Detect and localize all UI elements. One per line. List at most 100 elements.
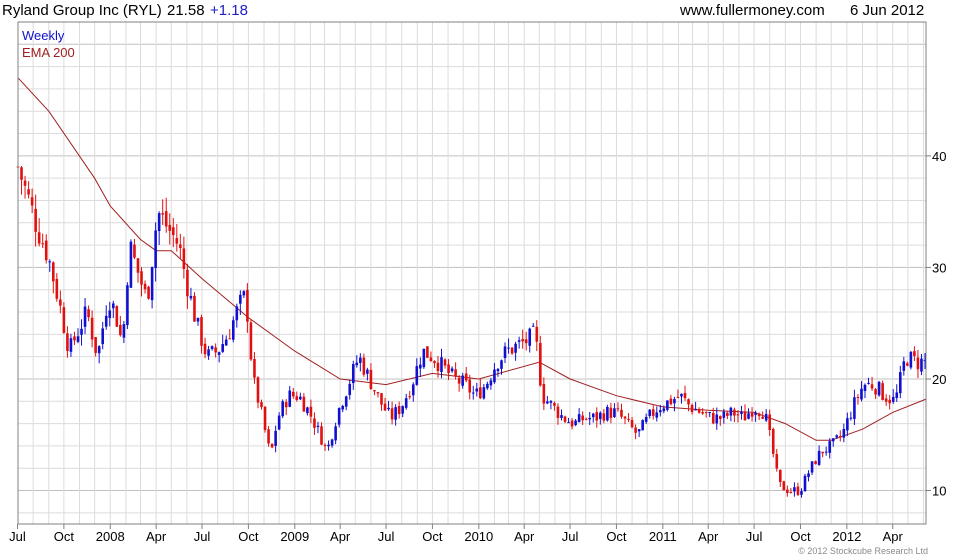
candle-body xyxy=(754,412,757,415)
candle-body xyxy=(609,407,613,418)
candle-body xyxy=(461,375,464,386)
candle-body xyxy=(726,412,729,416)
x-tick-label: Oct xyxy=(422,529,443,544)
x-tick-label: Apr xyxy=(514,529,535,544)
candle-body xyxy=(743,411,747,421)
candle-body xyxy=(94,337,97,353)
candle-body xyxy=(817,450,821,465)
candle-body xyxy=(913,351,916,357)
candle-body xyxy=(397,405,401,415)
candle-body xyxy=(531,325,535,327)
candle-body xyxy=(140,271,143,285)
candle-body xyxy=(591,413,595,418)
candle-body xyxy=(23,180,27,186)
candle-body xyxy=(821,451,824,454)
candle-body xyxy=(66,333,69,351)
candle-body xyxy=(563,416,567,422)
y-tick-label: 10 xyxy=(932,484,946,499)
candle-body xyxy=(613,408,616,418)
candle-body xyxy=(514,343,517,353)
candle-body xyxy=(267,429,270,444)
candle-body xyxy=(302,396,306,412)
candle-body xyxy=(789,491,793,493)
candle-body xyxy=(288,390,292,407)
candle-body xyxy=(235,306,239,321)
candle-body xyxy=(239,294,242,304)
candle-body xyxy=(782,481,786,491)
candle-body xyxy=(874,389,877,395)
candle-body xyxy=(309,406,313,417)
candle-body xyxy=(630,420,634,428)
candle-body xyxy=(246,289,249,322)
candle-body xyxy=(849,417,853,419)
x-tick-label: 2012 xyxy=(832,529,861,544)
candle-body xyxy=(260,402,263,408)
candle-body xyxy=(344,396,348,407)
candle-body xyxy=(595,412,599,421)
candle-body xyxy=(546,401,549,404)
candle-body xyxy=(736,414,740,416)
candle-body xyxy=(415,366,419,385)
candle-body xyxy=(76,336,80,342)
x-tick-label: 2009 xyxy=(280,529,309,544)
candle-body xyxy=(768,414,772,430)
candle-body xyxy=(683,392,687,399)
candle-body xyxy=(330,439,334,446)
candle-body xyxy=(447,364,450,374)
candle-body xyxy=(740,411,743,414)
candle-body xyxy=(909,351,913,368)
candle-body xyxy=(906,363,909,366)
copyright-notice: © 2012 Stockcube Research Ltd xyxy=(798,546,928,556)
candle-body xyxy=(602,413,606,421)
candle-body xyxy=(486,383,489,389)
candle-body xyxy=(814,461,817,465)
candle-body xyxy=(270,443,274,448)
candle-body xyxy=(606,406,609,421)
candle-body xyxy=(588,417,592,420)
candle-body xyxy=(620,409,623,417)
candle-body xyxy=(574,420,577,426)
candle-body xyxy=(599,412,602,419)
candle-body xyxy=(196,317,200,322)
candle-body xyxy=(471,392,475,394)
candle-body xyxy=(443,359,447,366)
candle-body xyxy=(348,383,352,396)
candle-body xyxy=(341,405,344,410)
candle-body xyxy=(747,413,750,419)
candle-body xyxy=(108,310,112,318)
candle-body xyxy=(454,369,457,377)
x-tick-label: Jul xyxy=(9,529,26,544)
candle-body xyxy=(186,269,189,297)
candle-body xyxy=(800,491,803,495)
x-tick-label: Oct xyxy=(54,529,75,544)
candle-body xyxy=(337,408,341,425)
candle-body xyxy=(390,408,394,420)
candle-body xyxy=(669,398,673,405)
x-tick-label: Apr xyxy=(698,529,719,544)
candle-body xyxy=(644,416,648,422)
candle-body xyxy=(895,392,899,399)
candle-body xyxy=(59,299,62,306)
candle-body xyxy=(404,398,408,408)
candle-body xyxy=(90,317,94,340)
candle-body xyxy=(853,397,856,419)
candle-body xyxy=(867,382,870,384)
candle-body xyxy=(97,346,101,354)
candle-body xyxy=(101,328,104,345)
candle-body xyxy=(708,412,712,414)
candle-body xyxy=(719,416,722,420)
candle-body xyxy=(274,430,277,446)
candle-body xyxy=(383,403,387,411)
candle-body xyxy=(355,362,359,366)
plot-frame xyxy=(17,21,927,525)
candle-body xyxy=(380,393,383,405)
candle-body xyxy=(722,411,726,418)
candle-body xyxy=(623,416,627,419)
candle-body xyxy=(627,418,630,420)
candle-body xyxy=(291,391,295,397)
candle-body xyxy=(411,384,415,396)
candle-body xyxy=(888,399,892,404)
candle-body xyxy=(320,426,323,445)
candle-body xyxy=(203,343,207,355)
candle-body xyxy=(323,445,327,447)
